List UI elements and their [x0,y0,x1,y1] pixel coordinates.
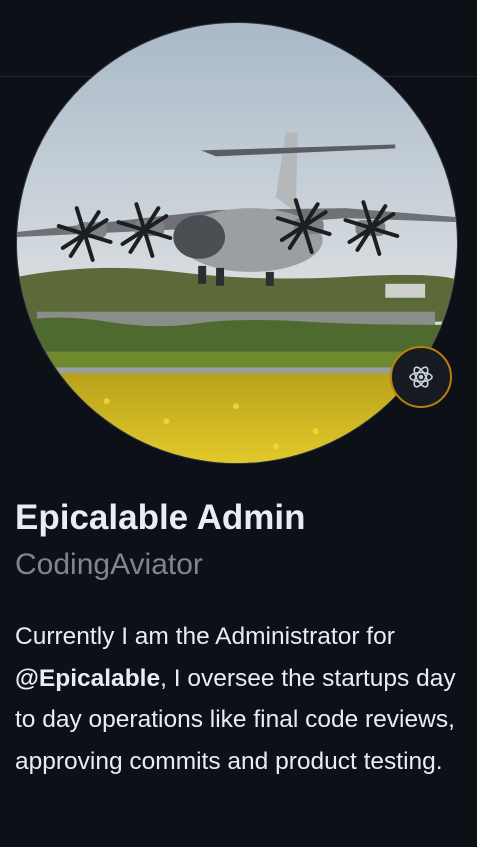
status-badge[interactable] [390,346,452,408]
avatar-container [16,22,458,464]
profile-bio: Currently I am the Administrator for @Ep… [15,616,465,782]
profile-name: Epicalable Admin [15,498,306,537]
profile-username: CodingAviator [15,548,203,581]
avatar-image [17,23,457,463]
bio-mention-link[interactable]: @Epicalable [15,665,160,692]
bio-text-before: Currently I am the Administrator for [15,623,395,650]
atom-icon [409,366,433,388]
avatar[interactable] [16,22,458,464]
